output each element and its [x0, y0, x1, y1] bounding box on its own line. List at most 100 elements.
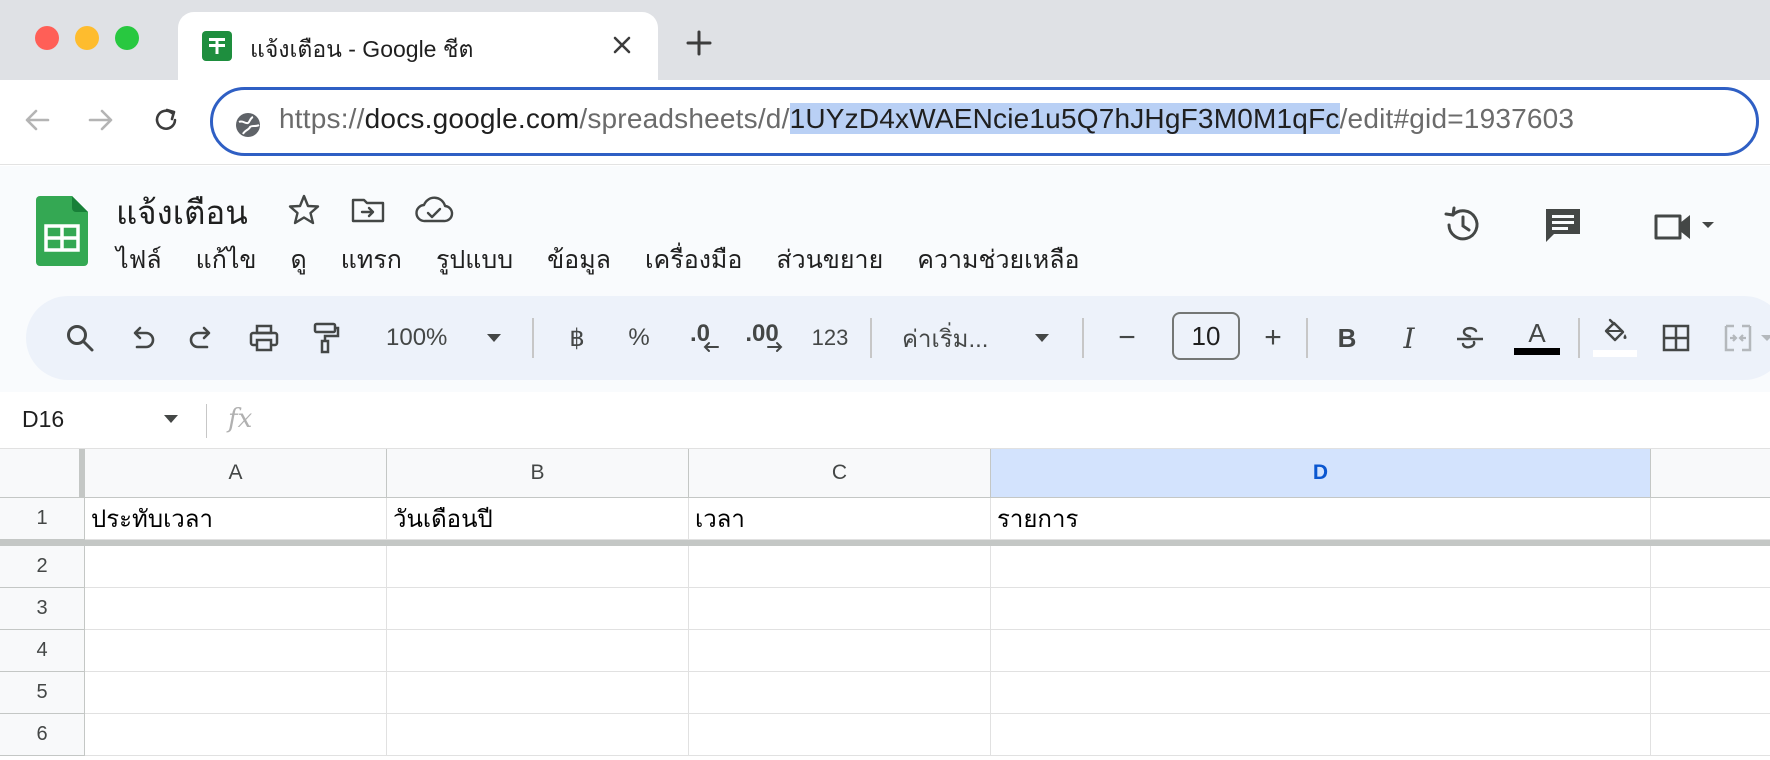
maximize-window-button[interactable] — [115, 26, 139, 50]
font-size-input[interactable]: 10 — [1172, 312, 1240, 360]
text-color-button[interactable]: A — [1514, 314, 1560, 358]
back-arrow-icon[interactable] — [20, 102, 56, 138]
increase-decimal-button[interactable]: .00 — [742, 320, 783, 356]
font-dropdown-icon[interactable] — [1032, 320, 1052, 356]
column-header-a[interactable]: A — [85, 449, 387, 498]
cell-b5[interactable] — [387, 672, 689, 714]
cell-b2[interactable] — [387, 546, 689, 588]
reload-icon[interactable] — [148, 102, 184, 138]
cell-a5[interactable] — [85, 672, 387, 714]
comments-icon[interactable] — [1542, 204, 1584, 246]
cell-b4[interactable] — [387, 630, 689, 672]
decrease-font-size-button[interactable]: − — [1112, 320, 1142, 356]
history-icon[interactable] — [1442, 204, 1484, 246]
close-tab-icon[interactable] — [606, 29, 638, 61]
merge-dropdown-icon[interactable] — [1760, 320, 1770, 356]
cell-a2[interactable] — [85, 546, 387, 588]
row-header[interactable]: 3 — [0, 588, 85, 630]
strikethrough-icon[interactable] — [1452, 320, 1488, 356]
cell-d3[interactable] — [991, 588, 1651, 630]
select-all-corner[interactable] — [0, 449, 85, 498]
print-icon[interactable] — [246, 320, 282, 356]
cell-b1[interactable]: วันเดือนปี — [387, 498, 689, 540]
fill-color-button[interactable] — [1592, 314, 1638, 358]
cell-d5[interactable] — [991, 672, 1651, 714]
name-box-dropdown-icon[interactable] — [162, 412, 180, 430]
cell-e6[interactable] — [1651, 714, 1770, 756]
zoom-dropdown-icon[interactable] — [484, 320, 504, 356]
star-icon[interactable] — [286, 192, 322, 228]
row-header[interactable]: 6 — [0, 714, 85, 756]
increase-font-size-button[interactable]: + — [1258, 320, 1288, 356]
undo-icon[interactable] — [124, 320, 160, 356]
cell-d2[interactable] — [991, 546, 1651, 588]
cell-e2[interactable] — [1651, 546, 1770, 588]
font-family-select[interactable]: ค่าเริ่ม... — [902, 320, 1012, 356]
cell-c5[interactable] — [689, 672, 991, 714]
cell-d4[interactable] — [991, 630, 1651, 672]
cell-d1[interactable]: รายการ — [991, 498, 1651, 540]
menu-insert[interactable]: แทรก — [324, 240, 419, 274]
move-to-folder-icon[interactable] — [350, 192, 386, 228]
menu-data[interactable]: ข้อมูล — [530, 240, 628, 274]
row-header[interactable]: 1 — [0, 498, 85, 540]
zoom-value: 100% — [386, 324, 448, 351]
decrease-decimal-button[interactable]: .0 — [680, 320, 720, 356]
video-call-icon[interactable] — [1650, 206, 1720, 246]
cell-d6[interactable] — [991, 714, 1651, 756]
name-box[interactable]: D16 — [22, 406, 64, 433]
cell-c4[interactable] — [689, 630, 991, 672]
new-tab-plus-icon[interactable] — [682, 26, 716, 60]
document-title[interactable]: แจ้งเตือน — [116, 186, 248, 239]
close-window-button[interactable] — [35, 26, 59, 50]
column-header-d[interactable]: D — [991, 449, 1651, 498]
zoom-select[interactable]: 100% — [386, 320, 466, 356]
cell-e4[interactable] — [1651, 630, 1770, 672]
cell-c1[interactable]: เวลา — [689, 498, 991, 540]
cell-a6[interactable] — [85, 714, 387, 756]
menu-format[interactable]: รูปแบบ — [419, 240, 530, 274]
column-header-c[interactable]: C — [689, 449, 991, 498]
cell-c6[interactable] — [689, 714, 991, 756]
cell-a3[interactable] — [85, 588, 387, 630]
formula-input[interactable] — [270, 400, 1750, 442]
redo-icon[interactable] — [184, 320, 220, 356]
menu-tools[interactable]: เครื่องมือ — [628, 240, 759, 274]
currency-format-button[interactable]: ฿ — [560, 320, 594, 356]
menu-view[interactable]: ดู — [274, 240, 324, 274]
cell-a1[interactable]: ประทับเวลา — [85, 498, 387, 540]
site-info-icon[interactable] — [233, 110, 263, 140]
more-formats-button[interactable]: 123 — [808, 320, 852, 356]
search-menus-icon[interactable] — [62, 320, 98, 356]
cell-b3[interactable] — [387, 588, 689, 630]
paint-format-icon[interactable] — [308, 320, 344, 356]
percent-format-button[interactable]: % — [622, 320, 656, 356]
italic-button[interactable]: I — [1392, 320, 1426, 356]
spreadsheet-grid: A B C D 1 ประทับเวลา วันเดือนปี เวลา ราย… — [0, 449, 1770, 760]
menu-extensions[interactable]: ส่วนขยาย — [759, 240, 900, 274]
bold-button[interactable]: B — [1330, 320, 1364, 356]
column-header-b[interactable]: B — [387, 449, 689, 498]
cloud-saved-icon[interactable] — [414, 192, 454, 228]
cell-e5[interactable] — [1651, 672, 1770, 714]
menu-file[interactable]: ไฟล์ — [116, 240, 179, 274]
cell-a4[interactable] — [85, 630, 387, 672]
address-bar[interactable]: https://docs.google.com/spreadsheets/d/1… — [210, 87, 1759, 156]
sheets-logo-icon[interactable] — [36, 196, 88, 271]
browser-tab[interactable]: แจ้งเตือน - Google ชีต — [178, 12, 658, 80]
cell-c2[interactable] — [689, 546, 991, 588]
column-header-e[interactable] — [1651, 449, 1770, 498]
minimize-window-button[interactable] — [75, 26, 99, 50]
row-header[interactable]: 5 — [0, 672, 85, 714]
row-header[interactable]: 2 — [0, 546, 85, 588]
cell-e1[interactable] — [1651, 498, 1770, 540]
menu-help[interactable]: ความช่วยเหลือ — [900, 240, 1096, 274]
cell-b6[interactable] — [387, 714, 689, 756]
borders-icon[interactable] — [1658, 320, 1694, 356]
cell-e3[interactable] — [1651, 588, 1770, 630]
row-header[interactable]: 4 — [0, 630, 85, 672]
menu-edit[interactable]: แก้ไข — [179, 240, 274, 274]
forward-arrow-icon[interactable] — [82, 102, 118, 138]
cell-c3[interactable] — [689, 588, 991, 630]
merge-cells-icon[interactable] — [1720, 320, 1756, 356]
